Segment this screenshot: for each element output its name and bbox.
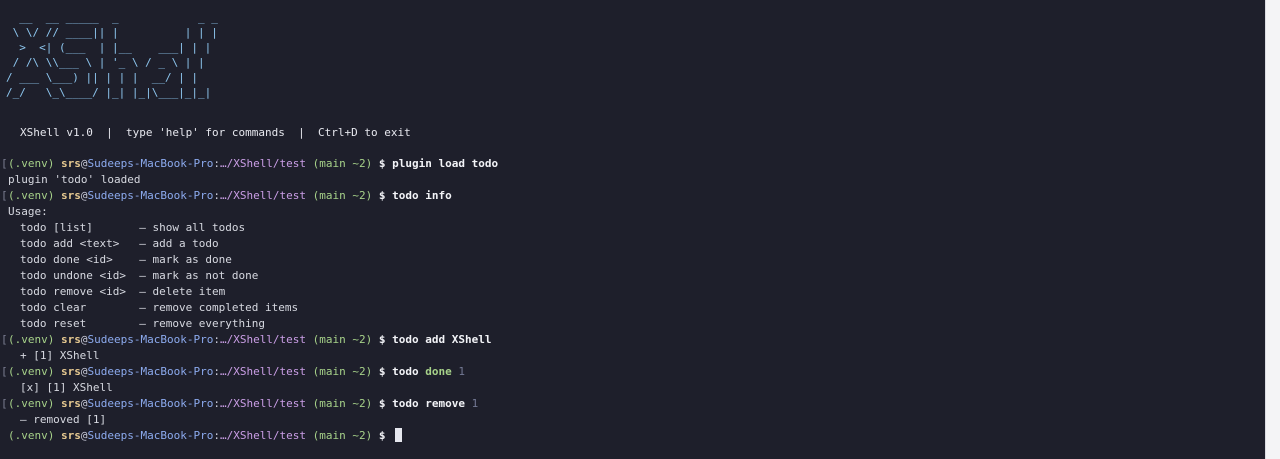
ascii-banner-row: / ___ \___) || | | | __/ | | [6, 71, 199, 84]
terminal-window[interactable]: __ __ _____ _ _ _ \ \/ // ____|| | | | |… [0, 0, 1266, 459]
prompt-user: srs [60, 157, 81, 170]
prompt-colon: : [213, 189, 220, 202]
output-line: plugin 'todo' loaded [8, 173, 141, 186]
prompt-colon: : [213, 333, 220, 346]
prompt-symbol: $ [378, 365, 386, 378]
prompt-symbol: $ [378, 189, 386, 202]
prompt-git-branch: (main ~2) [312, 157, 373, 170]
prompt-path: …/XShell/test [219, 397, 307, 410]
output-line: todo reset – remove everything [20, 317, 266, 330]
prompt-path: …/XShell/test [219, 189, 307, 202]
command-text: todo add XShell [392, 333, 492, 346]
prompt-symbol: $ [378, 157, 386, 170]
output-line: – removed [1] [20, 413, 107, 426]
output-line: Usage: [8, 205, 48, 218]
prompt-line: (.venv) srs@Sudeeps-MacBook-Pro:…/XShell… [0, 428, 1266, 444]
prompt-venv: (.venv) [8, 333, 55, 346]
output-line: [x] [1] XShell [20, 381, 113, 394]
output-line: todo undone <id> – mark as not done [20, 269, 259, 282]
prompt-line: [(.venv) srs@Sudeeps-MacBook-Pro:…/XShel… [0, 364, 1266, 380]
ascii-banner-row: __ __ _____ _ _ _ [6, 11, 218, 24]
prompt-user: srs [60, 333, 81, 346]
prompt-line: [(.venv) srs@Sudeeps-MacBook-Pro:…/XShel… [0, 188, 1266, 204]
prompt-path: …/XShell/test [219, 157, 307, 170]
prompt-git-branch: (main ~2) [312, 333, 373, 346]
prompt-path: …/XShell/test [219, 333, 307, 346]
prompt-venv: (.venv) [8, 157, 55, 170]
prompt-git-branch: (main ~2) [312, 189, 373, 202]
command-argument: 1 [471, 397, 479, 410]
prompt-line: [(.venv) srs@Sudeeps-MacBook-Pro:…/XShel… [0, 332, 1266, 348]
output-line: todo done <id> – mark as done [20, 253, 232, 266]
prompt-host: Sudeeps-MacBook-Pro [87, 397, 214, 410]
prompt-git-branch: (main ~2) [312, 397, 373, 410]
prompt-venv: (.venv) [8, 365, 55, 378]
scrollbar[interactable] [1265, 0, 1280, 459]
prompt-colon: : [213, 397, 220, 410]
output-line: todo add <text> – add a todo [20, 237, 219, 250]
prompt-bracket-left: [ [1, 397, 8, 410]
prompt-colon: : [213, 157, 220, 170]
welcome-tagline: XShell v1.0 | type 'help' for commands |… [20, 126, 411, 139]
prompt-user: srs [60, 365, 81, 378]
output-line: todo clear – remove completed items [20, 301, 299, 314]
command-text: plugin load todo [392, 157, 499, 170]
prompt-symbol: $ [378, 397, 386, 410]
prompt-host: Sudeeps-MacBook-Pro [87, 333, 214, 346]
command-text: todo info [392, 189, 452, 202]
prompt-user: srs [60, 397, 81, 410]
prompt-bracket-left: [ [1, 157, 8, 170]
prompt-user: srs [60, 429, 81, 442]
prompt-venv: (.venv) [8, 397, 55, 410]
prompt-bracket-left: [ [1, 333, 8, 346]
ascii-banner-row: /_/ \_\____/ |_| |_|\___|_|_| [6, 86, 212, 99]
prompt-line: [(.venv) srs@Sudeeps-MacBook-Pro:…/XShel… [0, 156, 1266, 172]
ascii-banner-row: \ \/ // ____|| | | | | [6, 26, 218, 39]
prompt-host: Sudeeps-MacBook-Pro [87, 429, 214, 442]
command-text: todo remove [392, 397, 466, 410]
command-text: todo [392, 365, 419, 378]
command-subcommand: done [425, 365, 452, 378]
output-line: todo [list] – show all todos [20, 221, 246, 234]
text-cursor[interactable] [395, 428, 403, 442]
prompt-host: Sudeeps-MacBook-Pro [87, 157, 214, 170]
ascii-banner: __ __ _____ _ _ _ \ \/ // ____|| | | | |… [6, 10, 218, 100]
command-argument: 1 [458, 365, 466, 378]
prompt-symbol: $ [378, 429, 386, 442]
output-line: + [1] XShell [20, 349, 100, 362]
prompt-colon: : [213, 365, 220, 378]
prompt-host: Sudeeps-MacBook-Pro [87, 365, 214, 378]
prompt-venv: (.venv) [8, 429, 55, 442]
terminal-output: [ (.venv) srs@Sudeeps-MacBook-Pro:…/XShel… [0, 156, 1266, 444]
prompt-path: …/XShell/test [219, 429, 307, 442]
scrollbar-thumb[interactable] [1270, 4, 1276, 124]
ascii-banner-row: > <| (___ | |__ ___| | | [6, 41, 212, 54]
output-line: todo remove <id> – delete item [20, 285, 226, 298]
prompt-git-branch: (main ~2) [312, 429, 373, 442]
prompt-bracket-left: [ [1, 365, 8, 378]
ascii-banner-row: / /\ \\___ \ | '_ \ / _ \ | | [6, 56, 205, 69]
prompt-bracket-left: [ [1, 189, 8, 202]
prompt-symbol: $ [378, 333, 386, 346]
prompt-colon: : [213, 429, 220, 442]
prompt-host: Sudeeps-MacBook-Pro [87, 189, 214, 202]
prompt-path: …/XShell/test [219, 365, 307, 378]
prompt-user: srs [60, 189, 81, 202]
prompt-line: [(.venv) srs@Sudeeps-MacBook-Pro:…/XShel… [0, 396, 1266, 412]
prompt-venv: (.venv) [8, 189, 55, 202]
prompt-git-branch: (main ~2) [312, 365, 373, 378]
